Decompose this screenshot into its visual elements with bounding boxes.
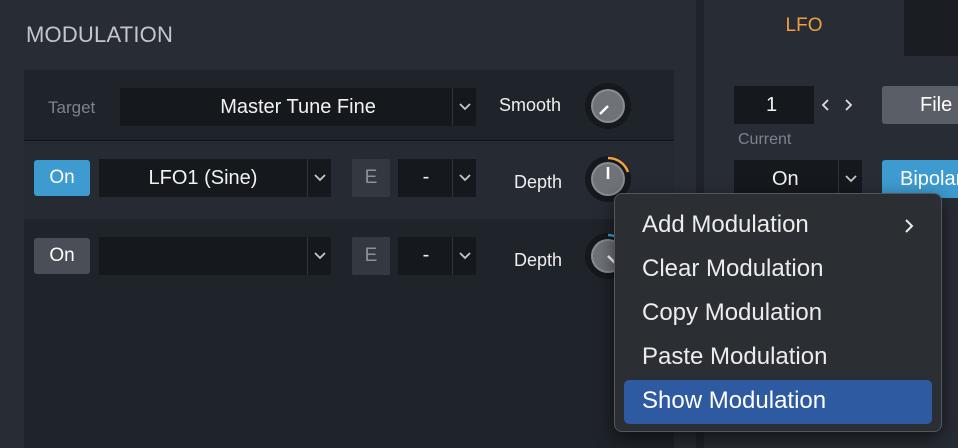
panel-title: MODULATION <box>26 22 174 47</box>
current-label: Current <box>738 131 792 148</box>
smooth-label: Smooth <box>499 95 562 115</box>
chevron-left-icon <box>821 99 829 111</box>
slot1-depth-label: Depth <box>514 172 563 192</box>
modulation-slot-2: On E - Depth <box>24 220 674 298</box>
slot1-via-dropdown[interactable]: - <box>398 159 454 197</box>
slot2-e-button[interactable]: E <box>352 237 390 275</box>
menu-item-copy-modulation[interactable]: Copy Modulation <box>624 292 932 336</box>
slot2-via-arrow[interactable] <box>452 237 476 275</box>
menu-item-clear-modulation[interactable]: Clear Modulation <box>624 248 932 292</box>
smooth-knob[interactable] <box>584 82 632 130</box>
menu-item-show-modulation[interactable]: Show Modulation <box>624 380 932 424</box>
target-dropdown-arrow[interactable] <box>452 88 476 126</box>
target-row: Target Master Tune Fine Smooth <box>24 70 674 140</box>
chevron-down-icon <box>314 174 326 182</box>
target-label: Target <box>48 98 96 117</box>
target-dropdown[interactable]: Master Tune Fine <box>120 88 476 126</box>
slot1-e-button[interactable]: E <box>352 159 390 197</box>
slot2-on-button[interactable]: On <box>34 238 90 274</box>
file-button[interactable]: File <box>882 86 958 124</box>
chevron-down-icon <box>459 103 471 111</box>
slot1-source-arrow[interactable] <box>307 159 331 197</box>
menu-item-paste-modulation[interactable]: Paste Modulation <box>624 336 932 380</box>
menu-item-label: Copy Modulation <box>642 299 823 326</box>
lfo-next-button[interactable] <box>838 86 862 124</box>
modulation-matrix: Target Master Tune Fine Smooth On LFO1 (… <box>24 70 674 448</box>
chevron-down-icon <box>314 252 326 260</box>
lfo-prev-button[interactable] <box>814 86 838 124</box>
tab-inactive[interactable] <box>904 0 958 56</box>
tab-lfo[interactable]: LFO <box>704 0 904 56</box>
chevron-down-icon <box>845 175 857 183</box>
lfo-number-field[interactable]: 1 <box>734 86 814 124</box>
modulation-panel: MODULATION Target Master Tune Fine Smoot… <box>0 0 696 448</box>
chevron-down-icon <box>459 252 471 260</box>
chevron-right-icon <box>905 219 914 233</box>
slot1-source-dropdown[interactable]: LFO1 (Sine) <box>99 159 307 197</box>
context-menu: Add Modulation Clear Modulation Copy Mod… <box>614 193 942 432</box>
menu-item-label: Clear Modulation <box>642 255 824 282</box>
chevron-down-icon <box>459 174 471 182</box>
modulation-slot-1: On LFO1 (Sine) E - Depth <box>24 141 674 219</box>
menu-item-label: Add Modulation <box>642 211 809 238</box>
menu-item-label: Paste Modulation <box>642 343 828 370</box>
chevron-right-icon <box>845 99 853 111</box>
slot2-depth-label: Depth <box>514 250 563 270</box>
menu-item-add-modulation[interactable]: Add Modulation <box>624 204 932 248</box>
slot1-via-arrow[interactable] <box>452 159 476 197</box>
slot2-source-arrow[interactable] <box>307 237 331 275</box>
menu-item-label: Show Modulation <box>642 387 827 414</box>
slot1-on-button[interactable]: On <box>34 160 90 196</box>
slot2-via-dropdown[interactable]: - <box>398 237 454 275</box>
slot2-source-dropdown[interactable] <box>99 237 307 275</box>
